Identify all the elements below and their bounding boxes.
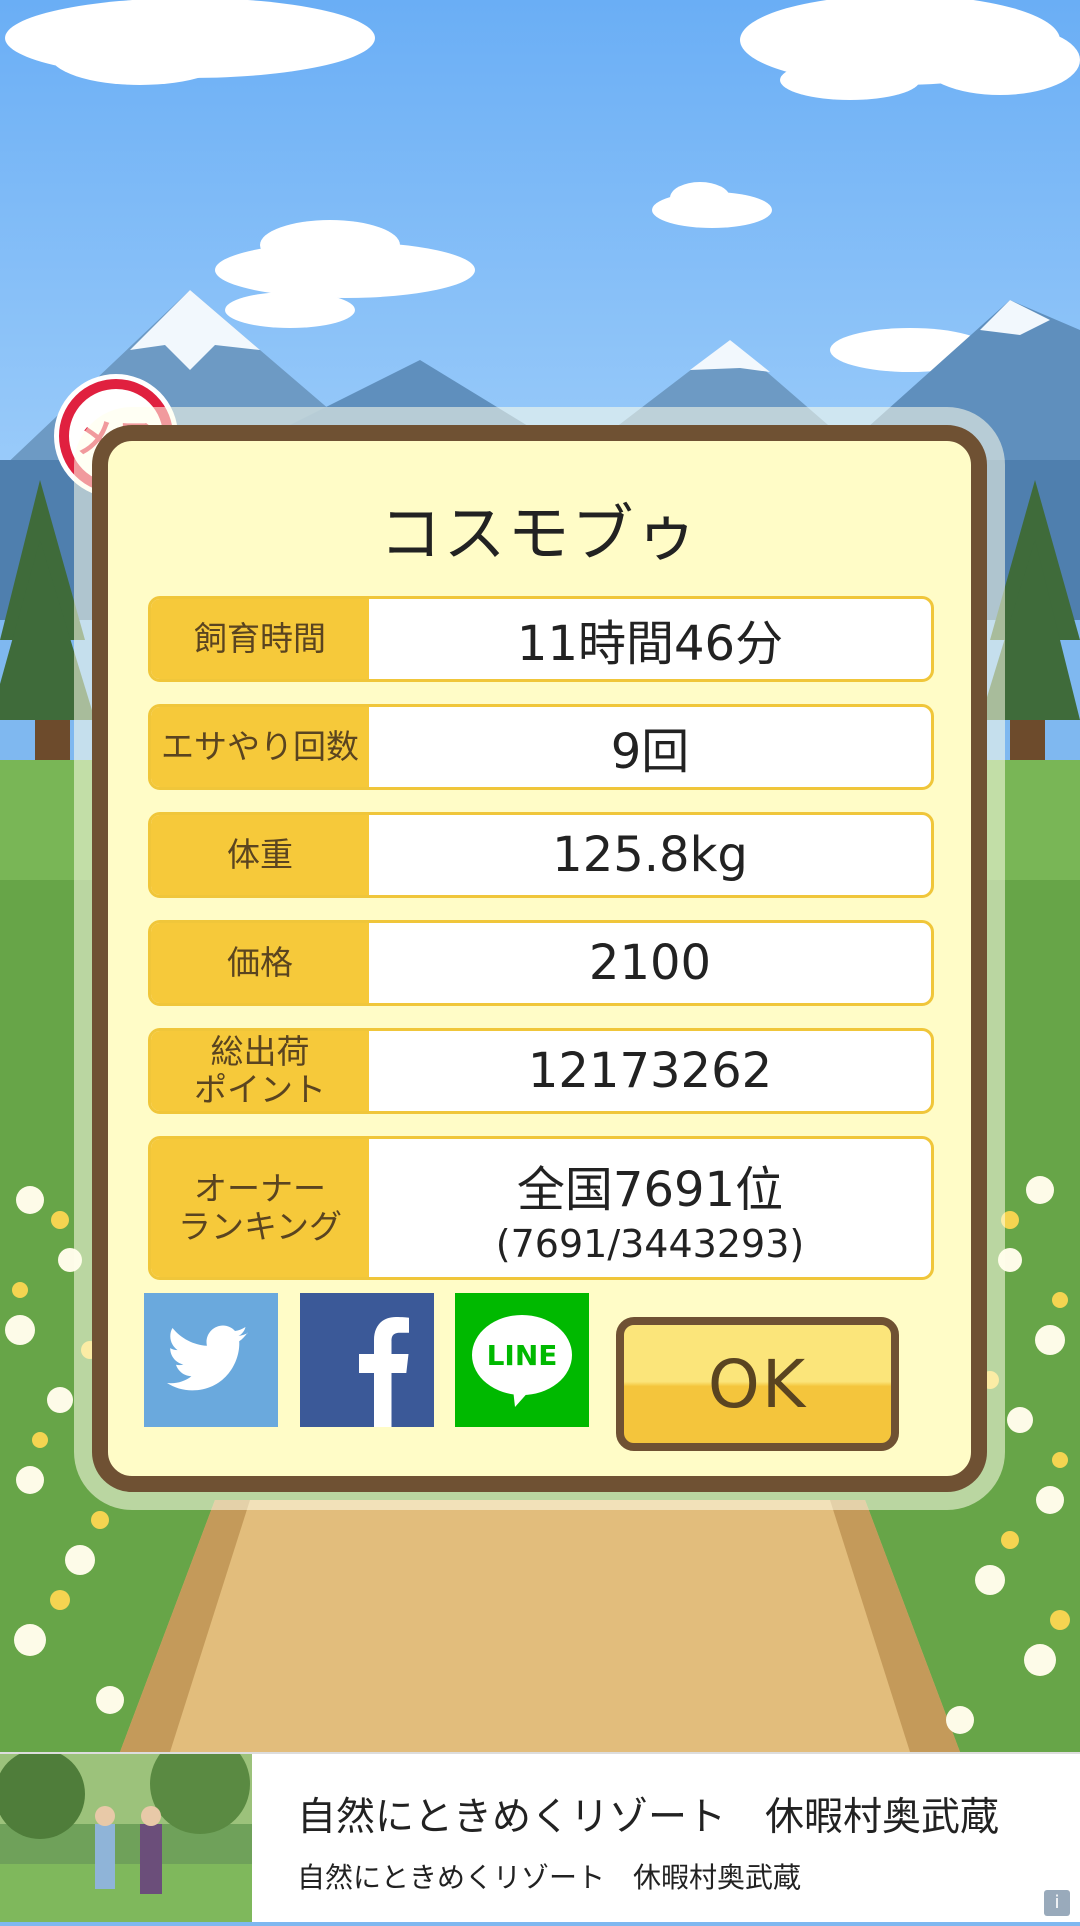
line-icon-text: LINE bbox=[487, 1339, 558, 1372]
ranking-value: 全国7691位 bbox=[516, 1162, 784, 1218]
stat-value: 2100 bbox=[588, 935, 712, 991]
stat-label: 価格 bbox=[151, 923, 369, 1003]
line-share-button[interactable]: LINE bbox=[455, 1293, 589, 1427]
stat-label: オーナー ランキング bbox=[151, 1139, 369, 1277]
stat-row-weight: 体重 125.8kg bbox=[148, 812, 934, 898]
twitter-icon bbox=[167, 1325, 248, 1391]
pet-status-dialog: コスモブゥ 飼育時間 11時間46分 エサやり回数 9回 体重 125.8kg … bbox=[92, 425, 987, 1492]
ad-headline[interactable]: 自然にときめくリゾート 休暇村奥武蔵 bbox=[297, 1786, 999, 1842]
twitter-share-button[interactable] bbox=[144, 1293, 278, 1427]
pet-name-title: コスモブゥ bbox=[379, 497, 700, 570]
stat-row-shipment-points: 総出荷 ポイント 12173262 bbox=[148, 1028, 934, 1114]
stat-row-feed-count: エサやり回数 9回 bbox=[148, 704, 934, 790]
stat-label: 総出荷 ポイント bbox=[151, 1031, 369, 1111]
stat-row-breeding-time: 飼育時間 11時間46分 bbox=[148, 596, 934, 682]
ok-button[interactable]: OK bbox=[616, 1317, 899, 1451]
facebook-icon bbox=[359, 1317, 409, 1427]
stat-row-price: 価格 2100 bbox=[148, 920, 934, 1006]
ad-description[interactable]: 自然にときめくリゾート 休暇村奥武蔵 bbox=[297, 1856, 801, 1896]
stat-label: 体重 bbox=[151, 815, 369, 895]
ranking-detail: (7691/3443293) bbox=[495, 1222, 805, 1266]
stat-value: 11時間46分 bbox=[516, 616, 784, 672]
facebook-share-button[interactable] bbox=[300, 1293, 434, 1427]
stat-label: 飼育時間 bbox=[151, 599, 369, 679]
ad-info-icon[interactable]: i bbox=[1044, 1890, 1070, 1916]
ad-thumbnail-image[interactable] bbox=[0, 1734, 252, 1922]
stat-value-ranking: 全国7691位 (7691/3443293) bbox=[369, 1139, 931, 1277]
stat-label: エサやり回数 bbox=[151, 707, 369, 787]
stat-value: 9回 bbox=[610, 724, 690, 780]
stat-value: 12173262 bbox=[527, 1043, 773, 1099]
stat-row-owner-ranking: オーナー ランキング 全国7691位 (7691/3443293) bbox=[148, 1136, 934, 1280]
line-icon: LINE bbox=[472, 1315, 572, 1407]
stat-value: 125.8kg bbox=[552, 827, 748, 883]
ad-banner[interactable]: 自然にときめくリゾート 休暇村奥武蔵 自然にときめくリゾート 休暇村奥武蔵 i bbox=[0, 1734, 1080, 1922]
